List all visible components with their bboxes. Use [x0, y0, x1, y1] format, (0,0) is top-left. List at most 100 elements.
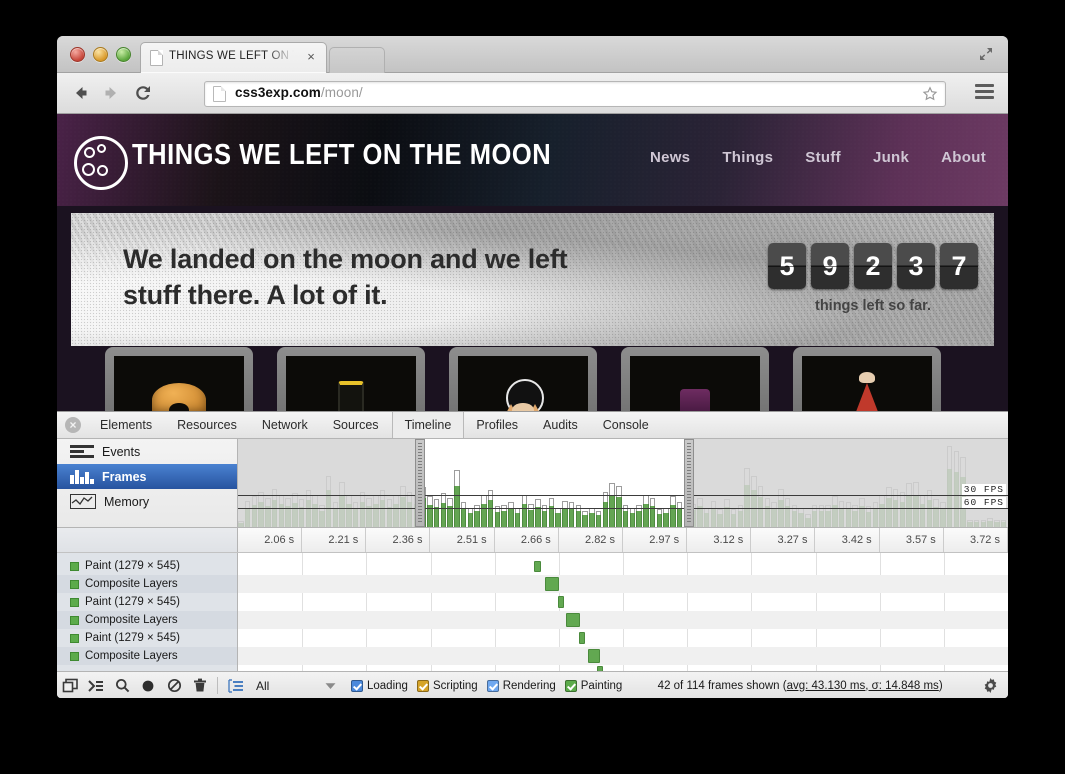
fps-gridline-30	[238, 495, 1008, 496]
forward-arrow-icon[interactable]	[101, 83, 121, 103]
browser-tab[interactable]: THINGS WE LEFT ON THE M ×	[140, 42, 327, 73]
nav-item-news[interactable]: News	[650, 149, 690, 166]
table-row[interactable]: Composite Layers	[57, 575, 237, 593]
fps-label-60: 60 FPS	[962, 497, 1006, 508]
sidebar-item-memory[interactable]: Memory	[57, 489, 237, 514]
ruler-tick: 2.97 s	[623, 528, 687, 552]
overview-dim-right	[688, 439, 1008, 527]
record-block[interactable]	[534, 561, 541, 572]
window-controls	[70, 47, 131, 62]
checkbox-painting[interactable]: Painting	[565, 680, 623, 692]
tab-timeline[interactable]: Timeline	[392, 412, 465, 438]
table-row[interactable]: Paint (1279 × 545)	[57, 557, 237, 575]
sidebar-item-frames[interactable]: Frames	[57, 464, 237, 489]
checkbox-loading[interactable]: Loading	[351, 680, 408, 692]
nav-item-things[interactable]: Things	[722, 149, 773, 166]
table-row[interactable]: Composite Layers	[57, 647, 237, 665]
new-tab-button[interactable]	[329, 47, 385, 73]
record-block[interactable]	[579, 632, 585, 644]
overview-window-handle-right[interactable]	[684, 439, 694, 527]
zoom-window-button[interactable]	[116, 47, 131, 62]
address-bar[interactable]: css3exp.com/moon/	[204, 81, 946, 107]
tab-console[interactable]: Console	[591, 412, 662, 438]
record-color-swatch	[70, 598, 79, 607]
counter-digit: 7	[940, 243, 978, 289]
counter-digit: 2	[854, 243, 892, 289]
glue-records-icon[interactable]	[222, 672, 248, 698]
record-color-swatch	[70, 562, 79, 571]
frames-overview-chart[interactable]: 30 FPS 60 FPS	[238, 439, 1008, 527]
checkbox-label: Rendering	[503, 680, 556, 692]
record-block[interactable]	[588, 649, 600, 663]
checkbox-box	[417, 680, 429, 692]
search-icon[interactable]	[109, 672, 135, 698]
filter-select-value: All	[256, 679, 269, 693]
back-arrow-icon[interactable]	[71, 83, 91, 103]
fps-gridline-60	[238, 508, 1008, 509]
counter-digits: 5 9 2 3 7	[768, 243, 978, 289]
record-band	[238, 557, 1008, 575]
tab-title: THINGS WE LEFT ON THE M	[169, 50, 294, 62]
timeline-record-names: Paint (1279 × 545)Composite LayersPaint …	[57, 553, 238, 677]
record-block[interactable]	[566, 613, 580, 627]
ruler-tick: 3.27 s	[751, 528, 815, 552]
devtools-panel: × Elements Resources Network Sources Tim…	[57, 411, 1008, 698]
tab-sources[interactable]: Sources	[321, 412, 392, 438]
tab-profiles[interactable]: Profiles	[464, 412, 531, 438]
browser-window: THINGS WE LEFT ON THE M × css3exp.c	[57, 36, 1008, 698]
overview-window-handle-left[interactable]	[415, 439, 425, 527]
record-label: Composite Layers	[85, 650, 178, 662]
clear-filter-icon[interactable]	[161, 672, 187, 698]
tab-close-icon[interactable]: ×	[304, 50, 318, 64]
chevron-down-icon	[325, 679, 336, 693]
record-color-swatch	[70, 616, 79, 625]
gear-icon[interactable]	[982, 677, 999, 694]
dock-icon[interactable]	[57, 672, 83, 698]
table-row[interactable]: Paint (1279 × 545)	[57, 629, 237, 647]
nav-item-stuff[interactable]: Stuff	[805, 149, 841, 166]
checkbox-rendering[interactable]: Rendering	[487, 680, 556, 692]
record-band	[238, 593, 1008, 611]
table-row[interactable]: Paint (1279 × 545)	[57, 593, 237, 611]
things-counter: 5 9 2 3 7 things left so far.	[768, 243, 978, 314]
reload-icon[interactable]	[133, 83, 153, 103]
counter-digit: 3	[897, 243, 935, 289]
record-band	[238, 575, 1008, 593]
fps-label-30: 30 FPS	[962, 484, 1006, 495]
frames-bars-icon	[70, 470, 94, 484]
record-band	[238, 629, 1008, 647]
record-icon[interactable]	[135, 672, 161, 698]
devtools-close-icon[interactable]: ×	[65, 417, 81, 433]
timeline-mode-sidebar: Events Frames Memory	[57, 439, 238, 527]
screenshot-stage: THINGS WE LEFT ON THE M × css3exp.c	[0, 0, 1065, 774]
checkbox-label: Scripting	[433, 680, 478, 692]
hero-headline: We landed on the moon and we left stuff …	[123, 242, 623, 314]
checkbox-scripting[interactable]: Scripting	[417, 680, 478, 692]
record-block[interactable]	[558, 596, 564, 608]
tab-resources[interactable]: Resources	[165, 412, 250, 438]
trash-icon[interactable]	[187, 672, 213, 698]
minimize-window-button[interactable]	[93, 47, 108, 62]
url-path: /moon/	[321, 85, 363, 100]
filter-select[interactable]: All	[250, 677, 342, 695]
site-nav: News Things Stuff Junk About	[650, 149, 986, 166]
tab-audits[interactable]: Audits	[531, 412, 591, 438]
nav-item-about[interactable]: About	[941, 149, 986, 166]
hamburger-menu-icon[interactable]	[975, 84, 994, 99]
record-block[interactable]	[545, 577, 559, 591]
nav-item-junk[interactable]: Junk	[873, 149, 909, 166]
tab-elements[interactable]: Elements	[88, 412, 165, 438]
devtools-tablist: Elements Resources Network Sources Timel…	[88, 412, 662, 438]
web-page-content: THINGS WE LEFT ON THE MOON News Things S…	[57, 114, 1008, 698]
table-row[interactable]: Composite Layers	[57, 611, 237, 629]
overview-dim-left	[238, 439, 419, 527]
tab-network[interactable]: Network	[250, 412, 321, 438]
maximize-icon[interactable]	[977, 45, 995, 63]
checkbox-label: Painting	[581, 680, 623, 692]
console-drawer-icon[interactable]	[83, 672, 109, 698]
close-window-button[interactable]	[70, 47, 85, 62]
memory-line-icon	[70, 494, 96, 509]
stats-link[interactable]: avg: 43.130 ms, σ: 14.848 ms	[787, 680, 939, 692]
sidebar-item-events[interactable]: Events	[57, 439, 237, 464]
bookmark-star-icon[interactable]	[922, 86, 938, 102]
